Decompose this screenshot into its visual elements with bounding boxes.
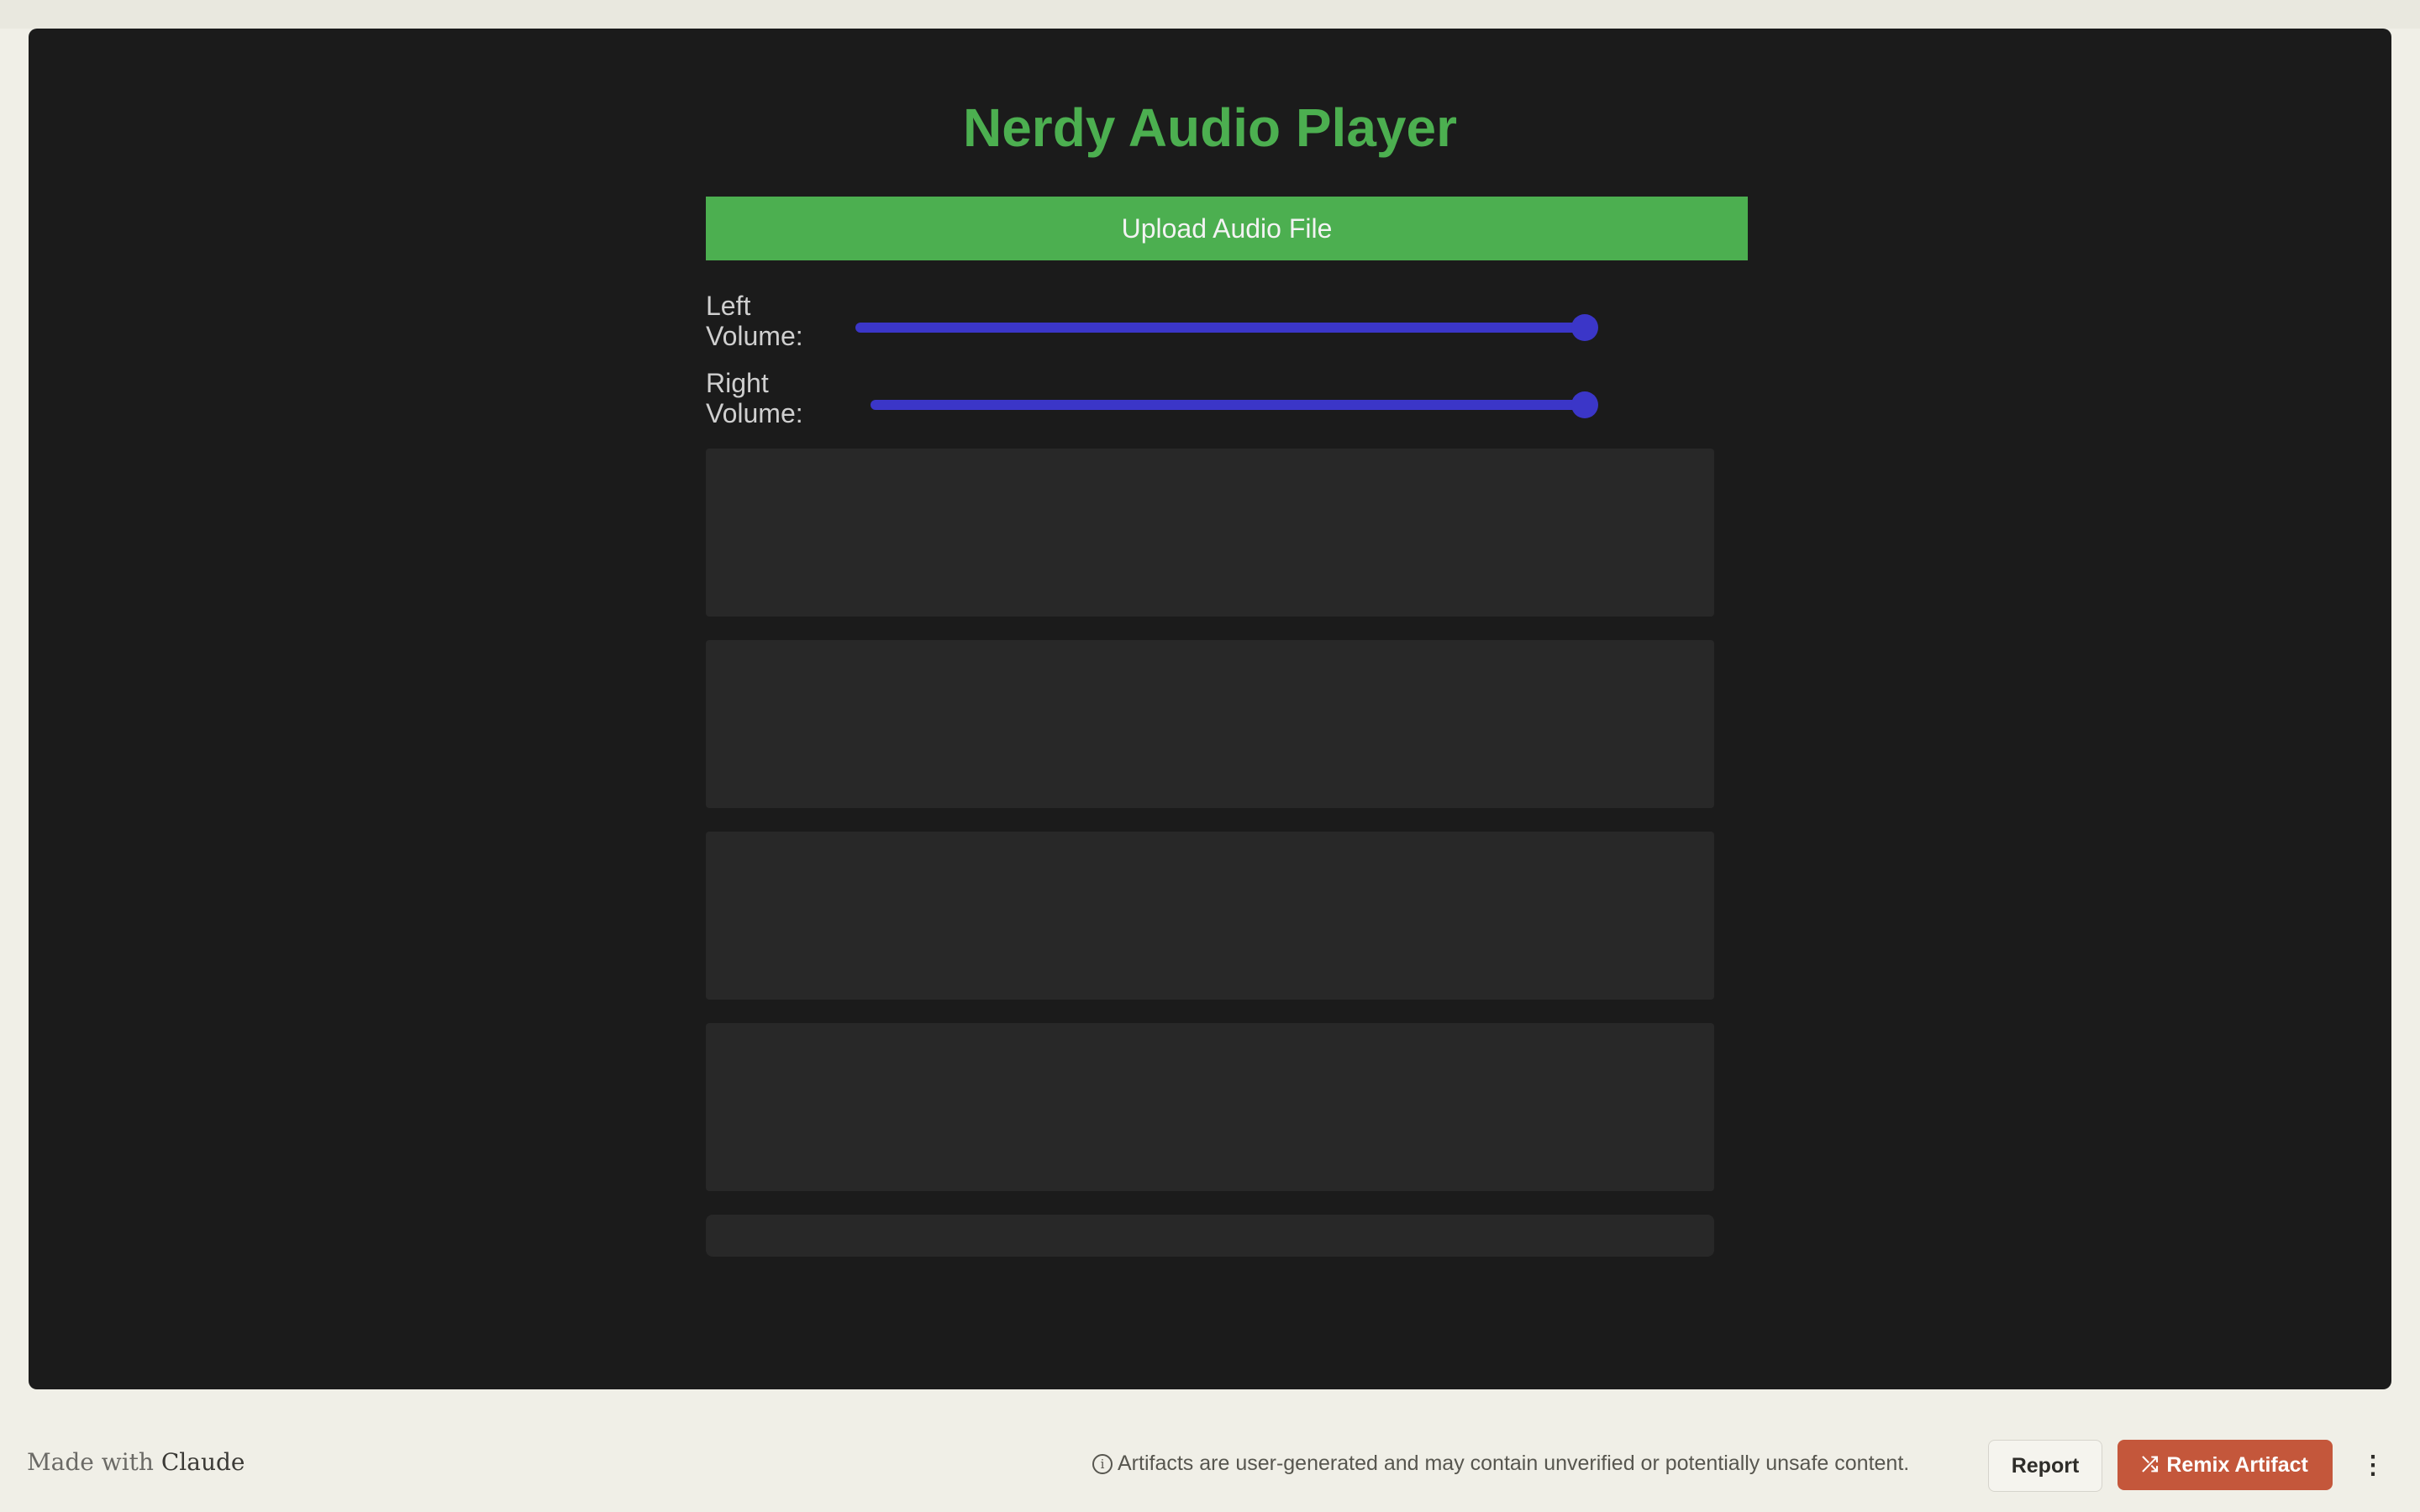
- progress-bar-panel: [706, 1215, 1714, 1257]
- shuffle-icon: ⤮: [2142, 1453, 2159, 1476]
- remix-artifact-button[interactable]: ⤮ Remix Artifact: [2118, 1440, 2333, 1490]
- more-vertical-icon[interactable]: ⋮: [2353, 1443, 2393, 1487]
- left-volume-row: Left Volume:: [706, 291, 1748, 358]
- right-volume-row: Right Volume:: [706, 368, 1748, 435]
- visualizer-panel: [706, 1023, 1714, 1191]
- made-with-claude: Made with Claude: [27, 1448, 245, 1476]
- left-volume-thumb[interactable]: [1571, 314, 1598, 341]
- left-volume-label: Left Volume:: [706, 291, 803, 351]
- top-strip: [0, 0, 2420, 29]
- right-volume-label: Right Volume:: [706, 368, 803, 428]
- remix-label: Remix Artifact: [2166, 1452, 2308, 1477]
- disclaimer: i Artifacts are user-generated and may c…: [1092, 1452, 1909, 1476]
- right-volume-slider[interactable]: [871, 391, 1598, 418]
- report-button[interactable]: Report: [1988, 1440, 2102, 1492]
- disclaimer-text: Artifacts are user-generated and may con…: [1118, 1452, 1910, 1475]
- made-with-label: Made with: [27, 1448, 154, 1476]
- artifact-footer: Made with Claude i Artifacts are user-ge…: [0, 1418, 2420, 1512]
- visualizer-panel: [706, 449, 1714, 617]
- upload-audio-button[interactable]: Upload Audio File: [706, 197, 1748, 260]
- app-title: Nerdy Audio Player: [962, 97, 1458, 158]
- claude-brand: Claude: [160, 1448, 245, 1476]
- visualizer-panel: [706, 832, 1714, 1000]
- right-volume-thumb[interactable]: [1571, 391, 1598, 418]
- visualizer-panel: [706, 640, 1714, 808]
- left-volume-slider[interactable]: [855, 314, 1598, 341]
- info-icon: i: [1092, 1453, 1113, 1474]
- artifact-frame: Nerdy Audio Player Upload Audio File Lef…: [29, 29, 2391, 1389]
